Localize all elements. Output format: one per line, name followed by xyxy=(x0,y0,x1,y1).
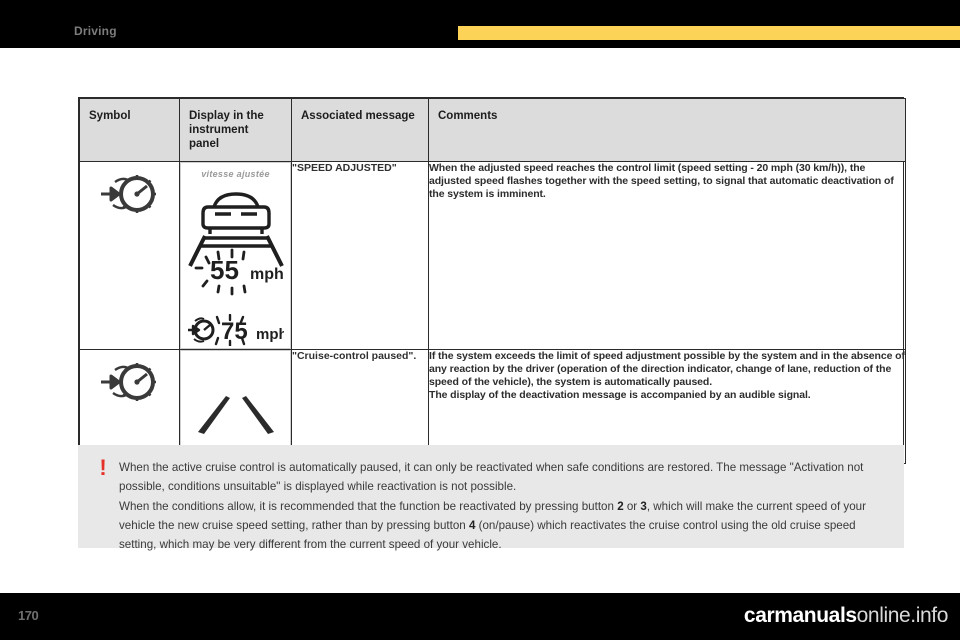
note-paragraph-1: When the active cruise control is automa… xyxy=(119,461,864,494)
column-header-message: Associated message xyxy=(291,98,429,162)
note-paragraph-2-part2: or xyxy=(623,499,641,513)
column-header-comments: Comments xyxy=(428,98,906,162)
status-messages-table: Symbol Display in the instrument panel A… xyxy=(78,97,906,465)
site-watermark: carmanualsonline.info xyxy=(744,604,948,628)
set-speed-graphic: 75 mph xyxy=(187,314,284,346)
watermark-main: carmanuals xyxy=(743,604,857,627)
adjusted-speed-unit: mph xyxy=(250,266,284,283)
page-number: 170 xyxy=(18,608,39,623)
chapter-color-tab xyxy=(458,26,960,40)
warning-note-box: ! When the active cruise control is auto… xyxy=(78,445,904,551)
comments-line: If the system exceeds the limit of speed… xyxy=(429,350,905,388)
note-paragraph-2-part1: When the conditions allow, it is recomme… xyxy=(119,499,618,513)
table-row: vitesse ajustée 55 mph 75 mph "SPEED ADJ… xyxy=(79,161,906,350)
car-in-lane-graphic: 55 mph xyxy=(187,192,284,296)
chapter-title: Driving xyxy=(74,24,117,38)
instrument-panel-image: vitesse ajustée 55 mph 75 mph xyxy=(180,162,291,349)
cell-symbol xyxy=(79,161,180,350)
column-header-symbol: Symbol xyxy=(79,98,180,162)
page-canvas: Symbol Display in the instrument panel A… xyxy=(0,48,960,593)
panel-caption: vitesse ajustée xyxy=(201,169,270,179)
warning-exclamation-icon: ! xyxy=(99,455,107,480)
cell-comments: When the adjusted speed reaches the cont… xyxy=(428,161,906,350)
adjusted-speed-value: 55 xyxy=(210,255,239,285)
set-speed-unit: mph xyxy=(256,326,284,343)
column-header-display: Display in the instrument panel xyxy=(179,98,292,162)
top-black-band xyxy=(0,0,960,48)
cruise-control-speed-icon xyxy=(99,172,161,221)
cell-display-panel: vitesse ajustée 55 mph 75 mph xyxy=(179,161,292,350)
lane-markings-graphic xyxy=(180,350,291,450)
cell-associated-message: "SPEED ADJUSTED" xyxy=(291,161,429,350)
cruise-control-speed-icon xyxy=(99,360,161,409)
table-header-row: Symbol Display in the instrument panel A… xyxy=(79,98,906,162)
warning-note-text: When the active cruise control is automa… xyxy=(119,458,889,554)
comments-line: The display of the deactivation message … xyxy=(429,388,811,401)
watermark-domain: online.info xyxy=(856,604,949,627)
set-speed-value: 75 xyxy=(221,318,248,345)
